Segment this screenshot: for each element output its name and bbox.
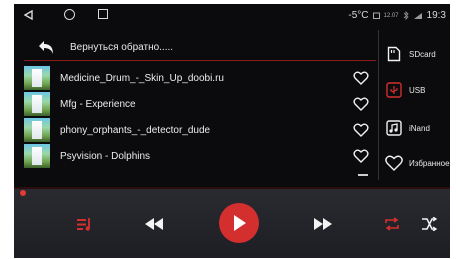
signal-icon xyxy=(413,12,422,19)
favorite-heart-icon[interactable] xyxy=(352,149,370,163)
track-thumbnail xyxy=(24,66,50,90)
source-selector: SDcard USB iNand Избранное xyxy=(378,30,450,180)
player-control-bar xyxy=(14,189,450,258)
play-button[interactable] xyxy=(219,203,259,243)
status-indicators: -5°C 12.07 19:3 xyxy=(348,10,446,21)
progress-handle[interactable] xyxy=(20,190,26,196)
nav-back-icon[interactable] xyxy=(24,10,33,20)
track-row[interactable]: Psyvision - Dolphins xyxy=(24,143,376,169)
rewind-icon xyxy=(145,218,163,230)
track-title: Medicine_Drum_-_Skin_Up_doobi.ru xyxy=(60,72,224,84)
source-label: iNand xyxy=(409,123,430,133)
status-bar: -5°C 12.07 19:3 xyxy=(14,4,450,26)
source-favorites[interactable]: Избранное xyxy=(385,151,450,175)
track-row[interactable]: Mfg - Experience xyxy=(24,91,376,117)
source-inand[interactable]: iNand xyxy=(385,116,450,140)
go-back-label: Вернуться обратно..... xyxy=(70,41,174,53)
head-unit-screen: -5°C 12.07 19:3 Вернуться обратно..... M… xyxy=(14,4,450,258)
track-row[interactable]: Medicine_Drum_-_Skin_Up_doobi.ru xyxy=(24,65,376,91)
track-thumbnail xyxy=(24,92,50,116)
next-button[interactable] xyxy=(311,213,335,235)
heart-icon xyxy=(385,154,403,172)
source-label: SDcard xyxy=(409,49,436,59)
track-thumbnail xyxy=(24,144,50,168)
source-sdcard[interactable]: SDcard xyxy=(385,42,450,66)
nav-home-icon[interactable] xyxy=(64,9,75,20)
repeat-icon xyxy=(385,217,399,231)
usb-icon xyxy=(385,81,403,99)
calendar-icon xyxy=(372,12,380,19)
track-row[interactable]: phony_orphants_-_detector_dude xyxy=(24,117,376,143)
list-scroll-indicator xyxy=(358,174,368,176)
track-title: Mfg - Experience xyxy=(60,98,136,110)
clock-text: 19:3 xyxy=(426,10,446,21)
bluetooth-icon xyxy=(403,11,409,20)
back-arrow-icon xyxy=(39,41,53,54)
play-icon xyxy=(234,215,246,231)
track-title: phony_orphants_-_detector_dude xyxy=(60,124,211,136)
fast-forward-icon xyxy=(314,218,332,230)
file-list: Вернуться обратно..... Medicine_Drum_-_S… xyxy=(14,30,376,180)
source-label: Избранное xyxy=(409,158,450,168)
temperature-text: -5°C xyxy=(348,10,369,21)
previous-button[interactable] xyxy=(142,213,166,235)
track-thumbnail xyxy=(24,118,50,142)
sdcard-icon xyxy=(385,45,403,63)
track-title: Psyvision - Dolphins xyxy=(60,150,151,162)
shuffle-button[interactable] xyxy=(419,213,439,235)
favorite-heart-icon[interactable] xyxy=(352,71,370,85)
source-usb[interactable]: USB xyxy=(385,78,450,102)
go-back-row[interactable]: Вернуться обратно..... xyxy=(24,34,376,61)
favorite-heart-icon[interactable] xyxy=(352,123,370,137)
repeat-button[interactable] xyxy=(382,213,402,235)
music-note-icon xyxy=(385,119,403,137)
progress-track[interactable] xyxy=(14,187,450,189)
nav-recent-icon[interactable] xyxy=(98,9,108,19)
favorite-heart-icon[interactable] xyxy=(352,97,370,111)
source-label: USB xyxy=(409,85,426,95)
playlist-icon xyxy=(77,218,90,231)
shuffle-icon xyxy=(422,217,437,231)
playlist-button[interactable] xyxy=(74,213,96,235)
date-text: 12.07 xyxy=(383,12,399,19)
